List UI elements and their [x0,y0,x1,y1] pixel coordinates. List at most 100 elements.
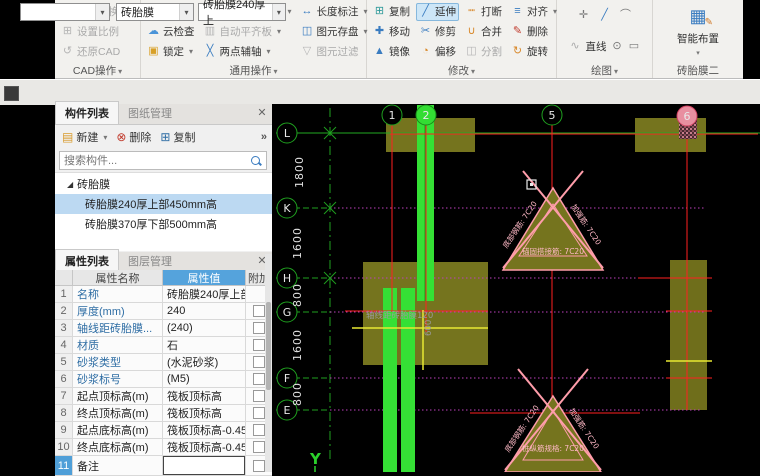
close-icon[interactable] [256,107,268,119]
attach-checkbox[interactable] [253,356,265,368]
element-name-combo[interactable]: 砖胎膜240厚上 [198,3,286,21]
restore-cad-button[interactable]: ↺ 还原CAD [58,42,123,60]
property-row-thickness[interactable]: 2 厚度(mm) 240 [55,303,272,320]
offset-button[interactable]: ◔ 偏移 [416,42,459,60]
attach-checkbox[interactable] [253,407,265,419]
new-component-button[interactable]: ▤ 新建 [62,129,107,145]
axis-bubble-1[interactable]: 1 [382,105,402,125]
search-input[interactable] [60,154,249,168]
axis-bubble-5[interactable]: 5 [542,105,562,125]
svg-text:F: F [284,372,290,385]
tree-item-mold-370[interactable]: 砖胎膜370厚下部500mm高 [55,214,272,234]
property-row-mortar-type[interactable]: 5 砂浆类型 (水泥砂浆) [55,354,272,371]
property-row-end-top-elev[interactable]: 8 终点顶标高(m) 筏板顶标高 [55,405,272,422]
move-button[interactable]: ✚ 移动 [370,22,413,40]
break-button[interactable]: ┉ 打断 [462,3,505,21]
save-element-button[interactable]: ◫ 图元存盘 [298,22,371,40]
panel-collapse-button[interactable] [4,86,19,101]
attach-checkbox[interactable] [253,390,265,402]
delete-component-button[interactable]: ⊗ 删除 [116,129,151,145]
property-row-remark[interactable]: 11 备注 [55,456,272,476]
cloud-check-button[interactable]: ☁ 云检查 [144,22,198,40]
line-tool-label[interactable]: 直线 [586,39,607,54]
extend-button[interactable]: ╱ 延伸 [416,3,459,21]
smart-layout-dropdown-arrow[interactable]: ▾ [696,49,700,57]
trim-button[interactable]: ✂ 修剪 [416,22,459,40]
attach-checkbox[interactable] [253,339,265,351]
general-group-label[interactable]: 通用操作 [141,63,366,78]
line-tool-icon[interactable]: ╱ [598,9,611,22]
scrollbar-thumb[interactable] [266,302,271,390]
tree-item-mold-240[interactable]: 砖胎膜240厚上部450mm高 [55,194,272,214]
attach-checkbox[interactable] [253,424,265,436]
two-point-axis-button[interactable]: ╳ 两点辅轴 [201,42,295,60]
circle-tool-icon[interactable]: ⊙ [611,40,624,53]
tab-component-list[interactable]: 构件列表 [55,101,119,124]
copy-component-button[interactable]: ⊞ 复制 [160,129,195,145]
delete-label: 删除 [527,24,548,39]
element-type-combo-arrow-icon[interactable] [179,4,193,20]
element-filter-icon: ▽ [301,45,314,58]
rect-tool-icon[interactable]: ▭ [628,40,641,53]
break-icon: ┉ [465,5,478,18]
element-filter-label: 图元过滤 [317,44,359,59]
floor-combo-arrow-icon[interactable] [95,4,109,20]
property-row-material[interactable]: 4 材质 石 [55,337,272,354]
mold-group-label[interactable]: 砖胎膜二 [653,63,743,78]
set-scale-button[interactable]: ⊞ 设置比例 [58,22,123,40]
cad-canvas[interactable]: 底部钢筋: 7C20 加强筋: 7C20 锚固搭接筋: 7C20 底部钢筋: 7… [270,104,760,472]
mirror-button[interactable]: ▲ 镜像 [370,42,413,60]
property-row-start-bottom-elev[interactable]: 9 起点底标高(m) 筏板顶标高-0.45 [55,422,272,439]
tree-expand-icon[interactable] [67,180,73,189]
wall-dim-note: 600 [424,320,434,336]
remark-input[interactable] [163,456,245,475]
attach-checkbox[interactable] [253,322,265,334]
split-button[interactable]: ◫ 分割 [462,42,505,60]
property-row-mortar-grade[interactable]: 6 砂浆标号 (M5) [55,371,272,388]
svg-text:H: H [283,272,291,285]
property-row-axis-distance[interactable]: 3 轴线距砖胎膜... (240) [55,320,272,337]
element-type-combo[interactable]: 砖胎膜 [116,3,194,21]
mold-band-right[interactable] [670,260,707,410]
attach-checkbox[interactable] [253,373,265,385]
pile-cap-top-bottom-note: 锚固搭接筋: 7C20 [522,246,584,256]
attach-checkbox[interactable] [253,441,265,453]
point-tool-icon[interactable]: ✛ [577,9,590,22]
property-scrollbar[interactable] [265,254,272,472]
cad-group-label[interactable]: CAD操作 [55,63,140,78]
draw-group-label[interactable]: 绘图 [557,63,652,78]
search-icon[interactable] [249,154,263,168]
smart-layout-button[interactable]: 智能布置 [677,31,719,46]
rotate-button[interactable]: ↻ 旋转 [508,42,560,60]
element-filter-button[interactable]: ▽ 图元过滤 [298,42,371,60]
delete-button[interactable]: ✎ 删除 [508,22,560,40]
axis-bubble-L[interactable]: L [277,123,297,143]
align-label: 对齐 [527,4,548,19]
spline-tool-icon[interactable]: ∿ [569,40,582,53]
header-property-name[interactable]: 属性名称 [73,270,163,285]
copy-button[interactable]: ⊞ 复制 [370,3,413,21]
tab-drawing-management[interactable]: 图纸管理 [119,102,181,124]
save-element-icon: ◫ [301,25,314,38]
axis-bubble-2[interactable]: 2 [416,105,436,125]
attach-checkbox[interactable] [253,460,265,472]
property-row-start-top-elev[interactable]: 7 起点顶标高(m) 筏板顶标高 [55,388,272,405]
modify-group-label[interactable]: 修改 [367,63,556,78]
property-row-end-bottom-elev[interactable]: 10 终点底标高(m) 筏板顶标高-0.45 [55,439,272,456]
header-property-value[interactable]: 属性值 [163,270,246,285]
arc-tool-icon[interactable]: ⌒ [619,9,632,22]
merge-button[interactable]: ∪ 合并 [462,22,505,40]
lock-button[interactable]: ▣ 锁定 [144,42,198,60]
axis-bubble-K[interactable]: K [277,198,297,218]
attach-checkbox[interactable] [253,305,265,317]
break-label: 打断 [481,4,502,19]
axis-bubble-6[interactable]: 6 [677,106,697,126]
tree-node-brick-mold[interactable]: 砖胎膜 [55,173,272,194]
more-actions-icon[interactable] [261,131,267,143]
property-row-name[interactable]: 1 名称 砖胎膜240厚上部... [55,286,272,303]
length-dimension-button[interactable]: ↔ 长度标注 [298,3,371,21]
align-button[interactable]: ≡ 对齐 [508,3,560,21]
element-name-combo-arrow-icon[interactable] [272,4,285,20]
floor-combo[interactable] [20,3,110,21]
mirror-icon: ▲ [373,45,386,58]
